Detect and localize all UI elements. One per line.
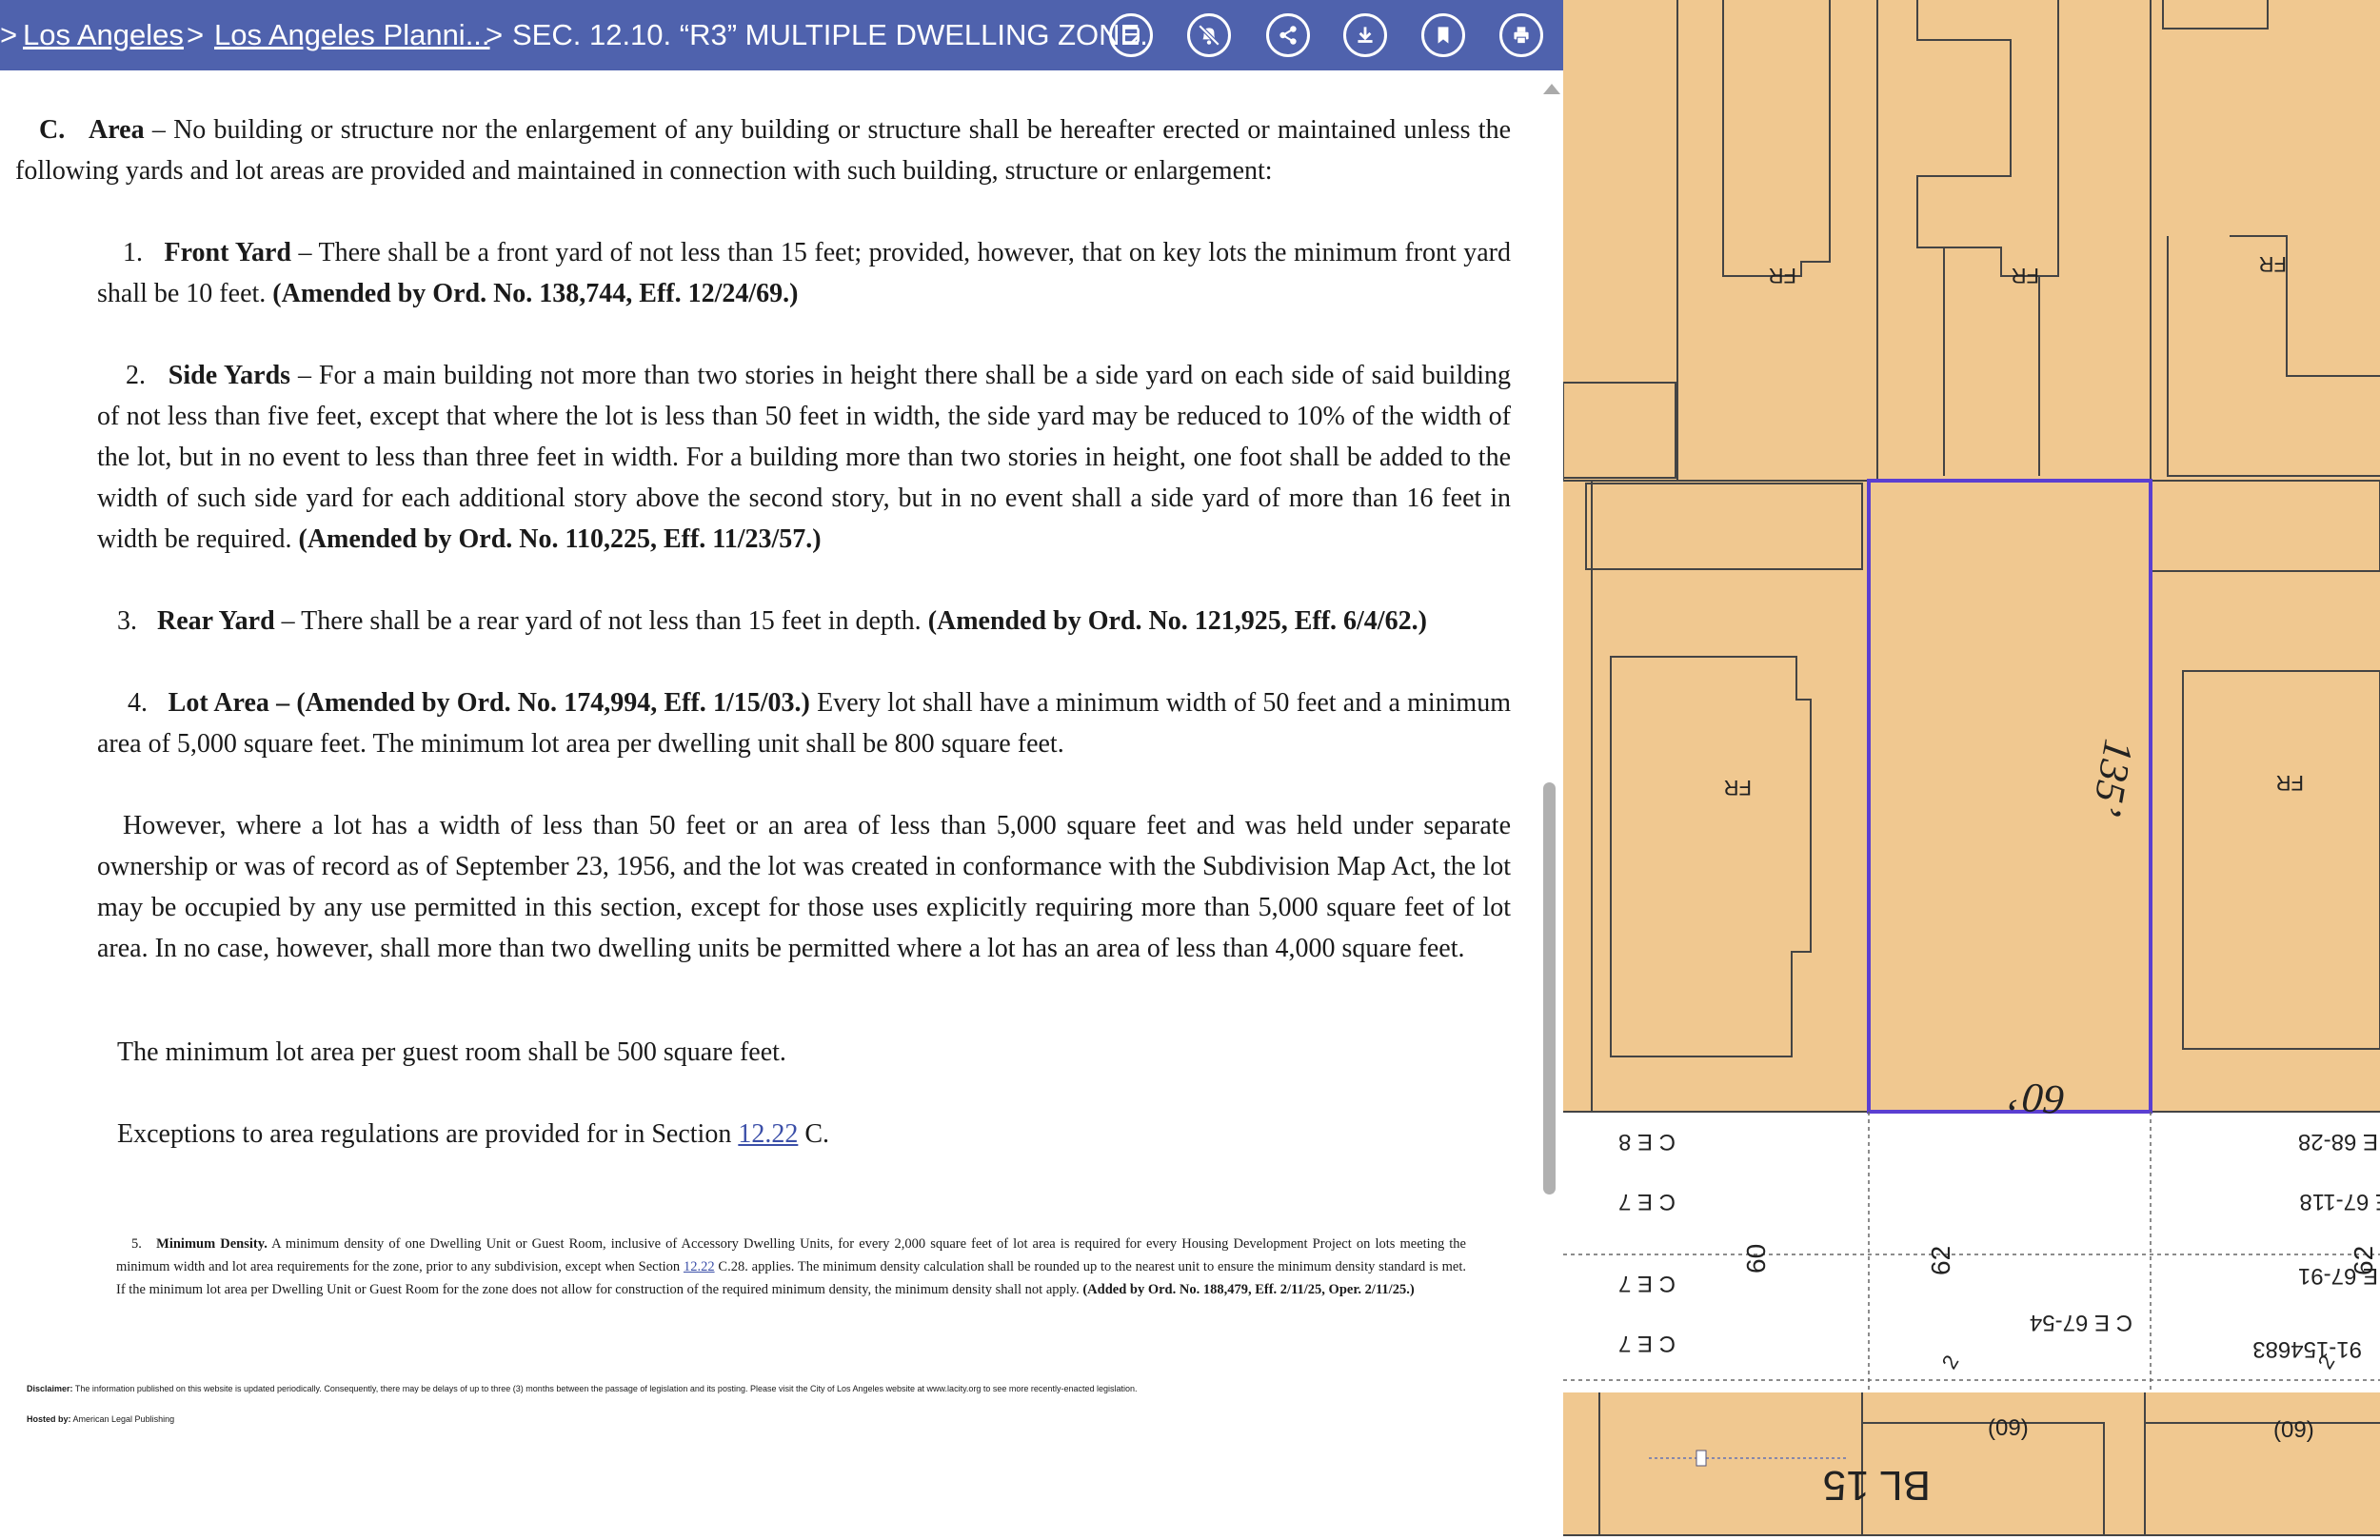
case-number-label: C E 7	[1618, 1331, 1676, 1356]
section-c-label: C.	[39, 115, 66, 145]
map-zoom-slider-handle[interactable]	[1696, 1450, 1707, 1467]
minimum-density-paragraph: 5. Minimum Density. A minimum density of…	[116, 1233, 1466, 1301]
disclaimer: Disclaimer: The information published on…	[27, 1383, 1138, 1394]
print-icon	[1514, 27, 1529, 45]
lot-area-paragraph: 4. Lot Area – (Amended by Ord. No. 174,9…	[97, 682, 1511, 764]
section-c-title: Area	[89, 115, 145, 145]
download-icon	[1358, 27, 1373, 43]
section-c-text: – No building or structure nor the enlar…	[15, 115, 1512, 186]
rear-yard-amendment: (Amended by Ord. No. 121,925, Eff. 6/4/6…	[927, 606, 1427, 636]
hosted-by-text: American Legal Publishing	[70, 1414, 175, 1424]
rear-yard-title: Rear Yard	[157, 606, 275, 636]
rear-yard-paragraph: 3. Rear Yard – There shall be a rear yar…	[117, 601, 1526, 642]
fr-label: FR	[1769, 264, 1796, 287]
rear-yard-text: – There shall be a rear yard of not less…	[274, 606, 928, 636]
case-number-label: C E 7	[1618, 1271, 1676, 1296]
fr-label: FR	[2259, 252, 2287, 276]
alert-off-button[interactable]	[1187, 13, 1231, 57]
street-width-label: 62	[2349, 1246, 2378, 1275]
item-number: 4.	[128, 688, 148, 718]
breadcrumb-current-section: SEC. 12.10. “R3” MULTIPLE DWELLING ZONE.	[512, 18, 1148, 51]
case-number-label: C E 67-118	[2299, 1189, 2380, 1214]
scrollbar-thumb[interactable]	[1543, 782, 1556, 1194]
street-width-label: 62	[1926, 1246, 1955, 1275]
no-alert-icon	[1198, 24, 1220, 47]
front-yard-amendment: (Amended by Ord. No. 138,744, Eff. 12/24…	[272, 279, 799, 308]
share-button[interactable]	[1266, 13, 1310, 57]
section-12-22-link[interactable]: 12.22	[684, 1259, 715, 1274]
front-yard-title: Front Yard	[164, 238, 291, 267]
side-yards-amendment: (Amended by Ord. No. 110,225, Eff. 11/23…	[298, 524, 822, 554]
exceptions-suffix: C.	[798, 1119, 830, 1149]
exceptions-paragraph: Exceptions to area regulations are provi…	[117, 1114, 1507, 1155]
street-width-label: 60	[1741, 1244, 1771, 1273]
lot-area-amendment: – (Amended by Ord. No. 174,994, Eff. 1/1…	[268, 688, 810, 718]
item-number: 2.	[126, 361, 146, 390]
minimum-density-title: Minimum Density.	[156, 1236, 268, 1252]
case-number-label: C E 68-28	[2298, 1129, 2380, 1155]
case-number-label: C E 67-54	[2030, 1310, 2132, 1335]
minimum-density-amendment: (Added by Ord. No. 188,479, Eff. 2/11/25…	[1082, 1282, 1415, 1297]
document-pane: > Los Angeles > Los Angeles Planni... > …	[0, 0, 1563, 1540]
block-label: BL 15	[1823, 1462, 1931, 1509]
case-number-label: C E 7	[1618, 1189, 1676, 1214]
fr-label: FR	[2012, 264, 2039, 287]
breadcrumb-bar: > Los Angeles > Los Angeles Planni... > …	[0, 0, 1563, 70]
parcel-block-upper	[1563, 0, 2380, 1112]
parcel-map[interactable]: FR FR FR FR FR 135’ 60’ C E 68-28 C E 67…	[1563, 0, 2380, 1540]
item-number: 3.	[117, 606, 137, 636]
parcel-number-label: (09)	[2273, 1417, 2314, 1443]
lot-area-title: Lot Area	[168, 688, 269, 718]
fr-label: FR	[1724, 776, 1752, 800]
however-paragraph: However, where a lot has a width of less…	[97, 811, 1511, 963]
breadcrumb-los-angeles[interactable]: Los Angeles	[23, 18, 184, 52]
bookmark-button[interactable]	[1421, 13, 1465, 57]
bookmark-icon	[1438, 27, 1449, 44]
disclaimer-label: Disclaimer:	[27, 1384, 73, 1393]
fr-label: FR	[2276, 771, 2304, 795]
download-button[interactable]	[1343, 13, 1387, 57]
case-number-label: C E 8	[1618, 1129, 1676, 1155]
parcel-block-lower	[1563, 1392, 2380, 1535]
exceptions-text: Exceptions to area regulations are provi…	[117, 1119, 739, 1149]
front-yard-paragraph: 1. Front Yard – There shall be a front y…	[97, 232, 1511, 314]
section-12-22-link[interactable]: 12.22	[738, 1119, 798, 1149]
item-number: 1.	[123, 238, 143, 267]
breadcrumb-los-angeles-planning[interactable]: Los Angeles Planni...	[214, 18, 490, 52]
note-button[interactable]	[1109, 13, 1153, 57]
note-icon	[1122, 27, 1140, 44]
disclaimer-text: The information published on this websit…	[72, 1384, 1138, 1393]
breadcrumb-lead: >	[0, 18, 18, 51]
side-yards-paragraph: 2. Side Yards – For a main building not …	[97, 355, 1511, 560]
hosted-by: Hosted by: American Legal Publishing	[27, 1413, 174, 1425]
section-c-paragraph: C. Area – No building or structure nor t…	[15, 109, 1511, 191]
hosted-by-label: Hosted by:	[27, 1414, 71, 1424]
breadcrumb-separator: >	[486, 18, 504, 51]
parcel-number-label: (09)	[1988, 1415, 2029, 1441]
document-content: C. Area – No building or structure nor t…	[0, 70, 1547, 1540]
item-number: 5.	[131, 1236, 142, 1252]
print-button[interactable]	[1499, 13, 1543, 57]
breadcrumb-separator: >	[187, 18, 205, 51]
parcel-map-drawing: FR FR FR FR FR 135’ 60’ C E 68-28 C E 67…	[1563, 0, 2380, 1536]
share-icon	[1279, 26, 1297, 45]
lot-width-label: 60’	[2007, 1073, 2067, 1124]
side-yards-title: Side Yards	[168, 361, 291, 390]
guest-room-paragraph: The minimum lot area per guest room shal…	[117, 1037, 786, 1067]
case-number-label: 91-154683	[2252, 1336, 2362, 1362]
scroll-up-arrow[interactable]	[1543, 84, 1560, 94]
